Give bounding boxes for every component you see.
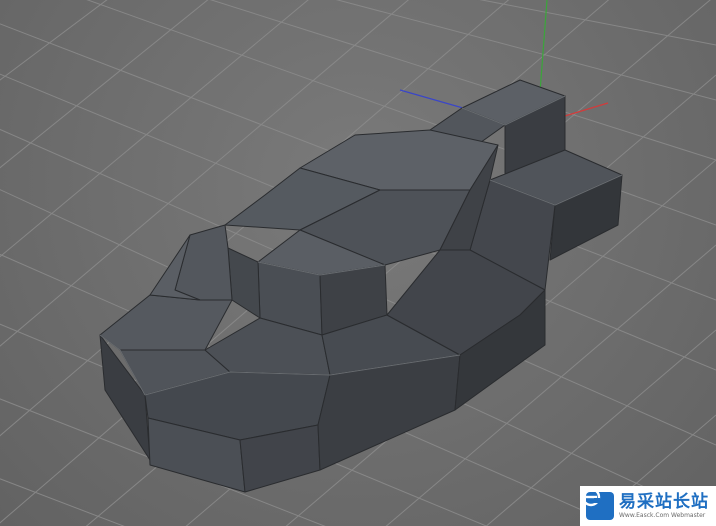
y-axis-line — [539, 0, 548, 93]
skirt-left — [99, 294, 233, 351]
front-block-left — [227, 247, 261, 319]
watermark-brand: 易采站长站 — [619, 491, 709, 512]
z-axis-line — [399, 89, 471, 111]
upper-left-ring — [174, 224, 233, 301]
viewport-canvas[interactable] — [0, 0, 716, 526]
low-poly-model[interactable] — [99, 79, 623, 493]
e-logo-icon — [581, 487, 614, 520]
3d-viewport[interactable]: 易采站长站 Www.Easck.Com Webmaster — [0, 0, 716, 526]
watermark-badge: 易采站长站 Www.Easck.Com Webmaster — [580, 486, 716, 526]
watermark-site: Www.Easck.Com Webmaster — [619, 511, 706, 519]
